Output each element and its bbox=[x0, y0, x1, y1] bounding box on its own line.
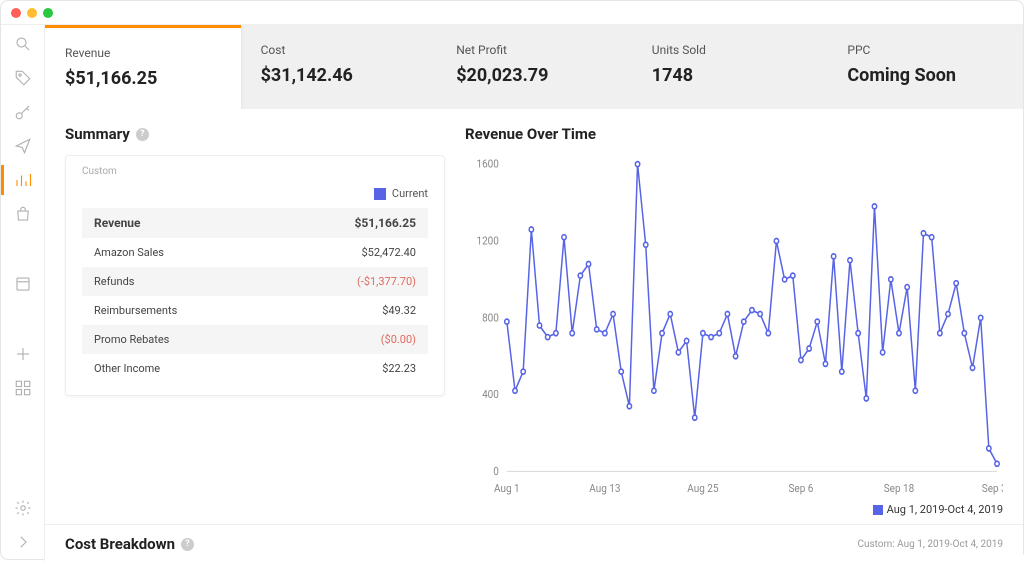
svg-text:800: 800 bbox=[482, 311, 499, 325]
chart-title: Revenue Over Time bbox=[465, 125, 1003, 143]
metric-value: 1748 bbox=[652, 65, 808, 86]
summary-row: Reimbursements $49.32 bbox=[82, 296, 428, 325]
metrics-bar: Revenue $51,166.25 Cost $31,142.46 Net Profi… bbox=[45, 25, 1023, 109]
summary-title: Summary? bbox=[65, 125, 445, 143]
book-icon[interactable] bbox=[14, 275, 32, 293]
footer-section: Cost Breakdown? Custom: Aug 1, 2019-Oct … bbox=[45, 524, 1023, 561]
svg-text:1600: 1600 bbox=[476, 157, 498, 171]
svg-text:1200: 1200 bbox=[476, 234, 498, 248]
minimize-dot[interactable] bbox=[27, 8, 37, 18]
metric-ppc[interactable]: PPC Coming Soon bbox=[827, 25, 1023, 109]
row-label: Promo Rebates bbox=[94, 333, 169, 346]
summary-row: Promo Rebates ($0.00) bbox=[82, 325, 428, 354]
summary-row: Other Income $22.23 bbox=[82, 354, 428, 383]
svg-text:Sep 18: Sep 18 bbox=[884, 481, 914, 495]
metric-label: Units Sold bbox=[652, 43, 808, 57]
svg-text:Sep 30: Sep 30 bbox=[982, 481, 1003, 495]
metric-value: Coming Soon bbox=[847, 65, 1003, 86]
chart-icon[interactable] bbox=[14, 171, 32, 189]
summary-row: Revenue $51,166.25 bbox=[82, 208, 428, 238]
metric-value: $51,166.25 bbox=[65, 68, 221, 89]
row-label: Other Income bbox=[94, 362, 160, 375]
row-label: Amazon Sales bbox=[94, 246, 164, 259]
metric-units-sold[interactable]: Units Sold 1748 bbox=[632, 25, 828, 109]
cost-breakdown-title: Cost Breakdown? bbox=[65, 535, 194, 553]
row-label: Revenue bbox=[94, 216, 141, 230]
svg-text:Aug 25: Aug 25 bbox=[687, 481, 718, 495]
summary-card: Custom Current Revenue $51,166.25 Amazon S… bbox=[65, 155, 445, 396]
row-value: $51,166.25 bbox=[354, 216, 416, 230]
window-titlebar bbox=[1, 1, 1023, 25]
svg-text:Aug 13: Aug 13 bbox=[589, 481, 620, 495]
search-icon[interactable] bbox=[14, 35, 32, 53]
metric-value: $31,142.46 bbox=[261, 65, 417, 86]
plus-icon[interactable] bbox=[14, 345, 32, 363]
row-value: $22.23 bbox=[382, 362, 416, 375]
tag-icon[interactable] bbox=[14, 69, 32, 87]
metric-value: $20,023.79 bbox=[456, 65, 612, 86]
row-value: $49.32 bbox=[382, 304, 416, 317]
sidebar bbox=[1, 25, 45, 561]
metric-label: Cost bbox=[261, 43, 417, 57]
svg-text:400: 400 bbox=[482, 387, 499, 401]
bag-icon[interactable] bbox=[14, 205, 32, 223]
row-value: ($0.00) bbox=[381, 333, 416, 346]
summary-row: Refunds (-$1,377.70) bbox=[82, 267, 428, 296]
svg-text:Aug 1: Aug 1 bbox=[494, 481, 520, 495]
metric-cost[interactable]: Cost $31,142.46 bbox=[241, 25, 437, 109]
footer-range: Custom: Aug 1, 2019-Oct 4, 2019 bbox=[857, 539, 1003, 550]
row-value: $52,472.40 bbox=[361, 246, 416, 259]
revenue-chart: 0 400 800 1200 1600 Aug 1 Aug 13 Aug 25 Sep 6 Sep… bbox=[465, 155, 1003, 499]
metric-label: Revenue bbox=[65, 46, 221, 60]
chevron-right-icon[interactable] bbox=[14, 533, 32, 551]
maximize-dot[interactable] bbox=[43, 8, 53, 18]
help-icon[interactable]: ? bbox=[181, 538, 194, 551]
summary-legend: Current bbox=[82, 187, 428, 200]
metric-label: PPC bbox=[847, 43, 1003, 57]
chart-legend: Aug 1, 2019-Oct 4, 2019 bbox=[465, 503, 1003, 516]
summary-row: Amazon Sales $52,472.40 bbox=[82, 238, 428, 267]
svg-text:0: 0 bbox=[493, 464, 499, 478]
row-value: (-$1,377.70) bbox=[357, 275, 416, 288]
row-label: Reimbursements bbox=[94, 304, 177, 317]
help-icon[interactable]: ? bbox=[136, 128, 149, 141]
legend-swatch bbox=[374, 188, 386, 200]
metric-net-profit[interactable]: Net Profit $20,023.79 bbox=[436, 25, 632, 109]
gear-icon[interactable] bbox=[14, 499, 32, 517]
summary-period: Custom bbox=[82, 166, 428, 177]
grid-icon[interactable] bbox=[14, 379, 32, 397]
row-label: Refunds bbox=[94, 275, 134, 288]
metric-revenue[interactable]: Revenue $51,166.25 bbox=[45, 25, 241, 109]
key-icon[interactable] bbox=[14, 103, 32, 121]
close-dot[interactable] bbox=[11, 8, 21, 18]
send-icon[interactable] bbox=[14, 137, 32, 155]
svg-text:Sep 6: Sep 6 bbox=[789, 481, 814, 495]
metric-label: Net Profit bbox=[456, 43, 612, 57]
